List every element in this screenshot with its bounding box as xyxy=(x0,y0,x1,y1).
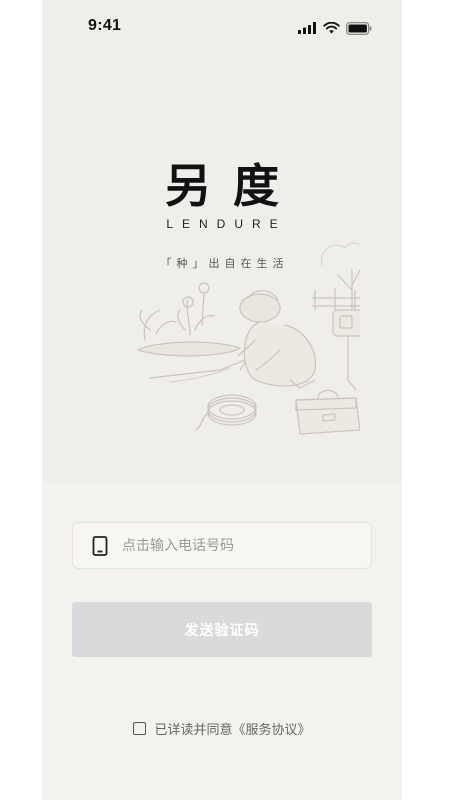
brand-title: 另度 xyxy=(165,159,301,213)
agreement-row: 已详读并同意《服务协议》 xyxy=(42,719,402,738)
app-screen: 9:41 另度 LENDURE 「种」出自在生活 点击输入电话号码 发送验证码 … xyxy=(42,0,402,800)
status-icons xyxy=(298,20,372,36)
status-bar: 9:41 xyxy=(42,0,402,54)
agreement-checkbox[interactable] xyxy=(133,722,147,735)
phone-number-input[interactable] xyxy=(122,537,342,554)
mobile-phone-icon xyxy=(92,535,108,556)
gardening-illustration xyxy=(137,242,360,435)
agreement-text[interactable]: 已详读并同意《服务协议》 xyxy=(154,719,310,738)
battery-icon xyxy=(346,21,372,35)
signal-icon xyxy=(298,22,316,34)
status-time: 9:41 xyxy=(88,17,122,34)
phone-input-field[interactable] xyxy=(72,522,372,569)
wifi-icon xyxy=(323,22,340,34)
brand-subtitle: LENDURE xyxy=(166,217,287,231)
send-code-button[interactable]: 发送验证码 xyxy=(72,602,372,657)
